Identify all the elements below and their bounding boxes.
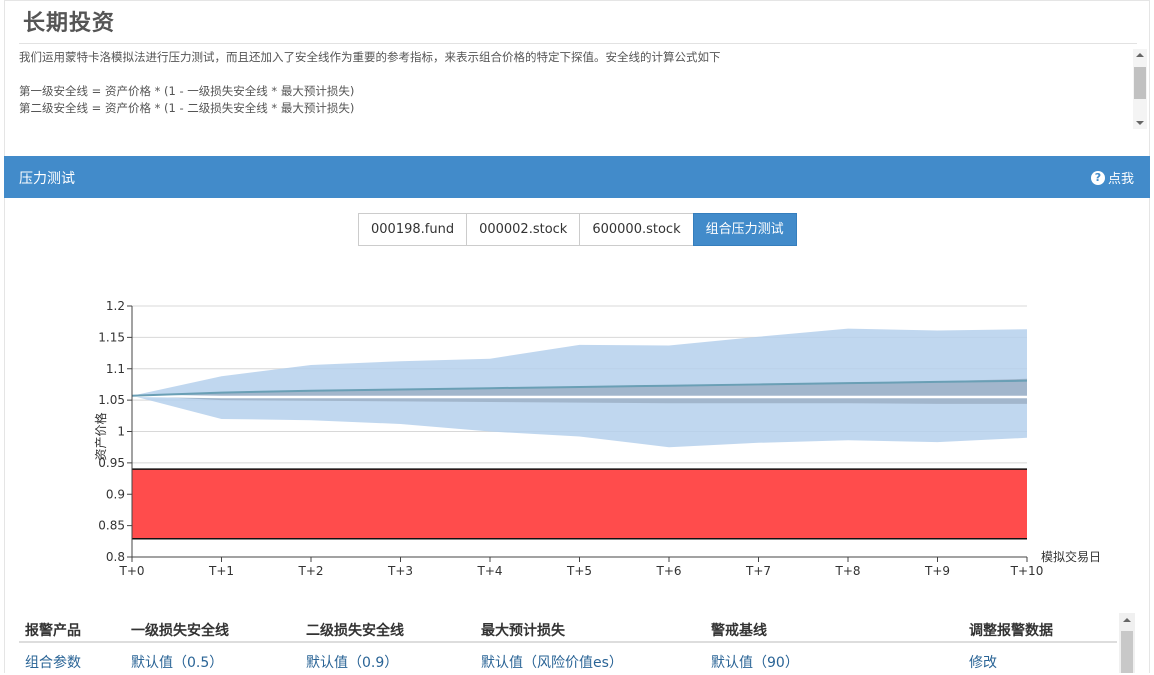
y-tick-label: 1.1 [106, 362, 125, 376]
cell-level2-default[interactable]: 默认值（0.9） [306, 652, 398, 672]
scroll-down-icon[interactable] [1136, 121, 1144, 125]
page-title: 长期投资 [23, 11, 116, 36]
stress-test-chart: 0.8 0.85 0.9 0.95 1 1.05 1.1 1.15 1.2 T+0 T+1 T+2 T+… [85, 293, 1125, 583]
x-tick-label: T+0 [118, 564, 144, 578]
description-gap [19, 66, 1135, 83]
table-scroll-up-icon[interactable] [1123, 618, 1131, 622]
chart-svg: 0.80.850.90.9511.051.11.151.2T+0 T+1 T+2 T+… [93, 299, 1101, 578]
x-tick-label: T+9 [924, 564, 950, 578]
description-formula-1: 第一级安全线 = 资产价格 * (1 - 一级损失安全线 * 最大预计损失) [19, 84, 355, 98]
title-divider [19, 43, 1137, 44]
header-level1-safety: 一级损失安全线 [131, 623, 229, 639]
description-line: 我们运用蒙特卡洛模拟法进行压力测试，而且还加入了安全线作为重要的参考指标，来表示… [19, 50, 721, 64]
help-link[interactable]: ? 点我 [1090, 168, 1134, 187]
x-tick-label: T+7 [745, 564, 771, 578]
x-tick-label: T+8 [834, 564, 860, 578]
y-tick-label: 1.05 [98, 393, 125, 407]
asset-button-group: 000198.fund 000002.stock 600000.stock 组合… [358, 213, 797, 246]
cell-portfolio-params[interactable]: 组合参数 [25, 652, 81, 672]
edit-link[interactable]: 修改 [969, 652, 997, 672]
table-scroll-thumb[interactable] [1121, 631, 1133, 673]
x-tick-label: T+10 [1010, 564, 1044, 578]
safety-zone-area [132, 469, 1027, 539]
cell-max-loss-default[interactable]: 默认值（风险价值es） [481, 652, 623, 672]
scroll-up-icon[interactable] [1136, 53, 1144, 57]
y-axis-label: 资产价格 [93, 412, 108, 460]
asset-button-600000-stock[interactable]: 600000.stock [579, 213, 694, 246]
x-tick-label: T+1 [208, 564, 234, 578]
stress-test-panel-body: 000198.fund 000002.stock 600000.stock 组合… [4, 198, 1150, 673]
page-header: 长期投资 我们运用蒙特卡洛模拟法进行压力测试，而且还加入了安全线作为重要的参考指… [4, 0, 1150, 156]
y-tick-label: 1.2 [106, 299, 125, 313]
y-tick-label: 0.9 [106, 487, 125, 501]
y-tick-label: 0.85 [98, 519, 125, 533]
description-scrollbar[interactable] [1133, 49, 1147, 129]
question-circle-icon[interactable]: ? [1090, 170, 1105, 185]
header-adjust-alert: 调整报警数据 [969, 623, 1053, 639]
description-formula-2: 第二级安全线 = 资产价格 * (1 - 二级损失安全线 * 最大预计损失) [19, 101, 355, 115]
cell-level1-default[interactable]: 默认值（0.5） [131, 652, 223, 672]
y-tick-label: 1 [117, 425, 125, 439]
x-tick-label: T+4 [476, 564, 502, 578]
x-tick-label: T+5 [566, 564, 592, 578]
description-box: 我们运用蒙特卡洛模拟法进行压力测试，而且还加入了安全线作为重要的参考指标，来表示… [19, 49, 1135, 129]
baseline-series-line [131, 394, 1027, 399]
scroll-thumb[interactable] [1134, 67, 1146, 99]
portfolio-stress-test-button[interactable]: 组合压力测试 [692, 213, 797, 246]
y-tick-label: 0.8 [106, 550, 125, 564]
stress-test-panel-heading: 压力测试 ? 点我 [4, 156, 1150, 198]
table-scrollbar[interactable] [1119, 613, 1135, 673]
header-warning-baseline: 警戒基线 [711, 623, 767, 639]
x-tick-label: T+2 [297, 564, 323, 578]
cell-baseline-default[interactable]: 默认值（90） [711, 652, 799, 672]
header-alert-product: 报警产品 [25, 623, 81, 639]
x-tick-label: T+6 [655, 564, 681, 578]
header-max-expected-loss: 最大预计损失 [481, 623, 565, 639]
panel-title: 压力测试 [19, 171, 75, 187]
y-tick-label: 1.15 [98, 330, 125, 344]
x-tick-label: T+3 [387, 564, 413, 578]
asset-button-000002-stock[interactable]: 000002.stock [466, 213, 581, 246]
table-row: 组合参数 默认值（0.5） 默认值（0.9） 默认值（风险价值es） 默认值（9… [19, 645, 1117, 675]
x-axis-label: 模拟交易日 [1041, 549, 1101, 564]
header-level2-safety: 二级损失安全线 [306, 623, 404, 639]
asset-button-000198-fund[interactable]: 000198.fund [358, 213, 468, 246]
help-label[interactable]: 点我 [1108, 168, 1134, 187]
alert-table: 报警产品 一级损失安全线 二级损失安全线 最大预计损失 警戒基线 调整报警数据 … [19, 613, 1119, 673]
alert-table-header: 报警产品 一级损失安全线 二级损失安全线 最大预计损失 警戒基线 调整报警数据 [19, 613, 1117, 643]
